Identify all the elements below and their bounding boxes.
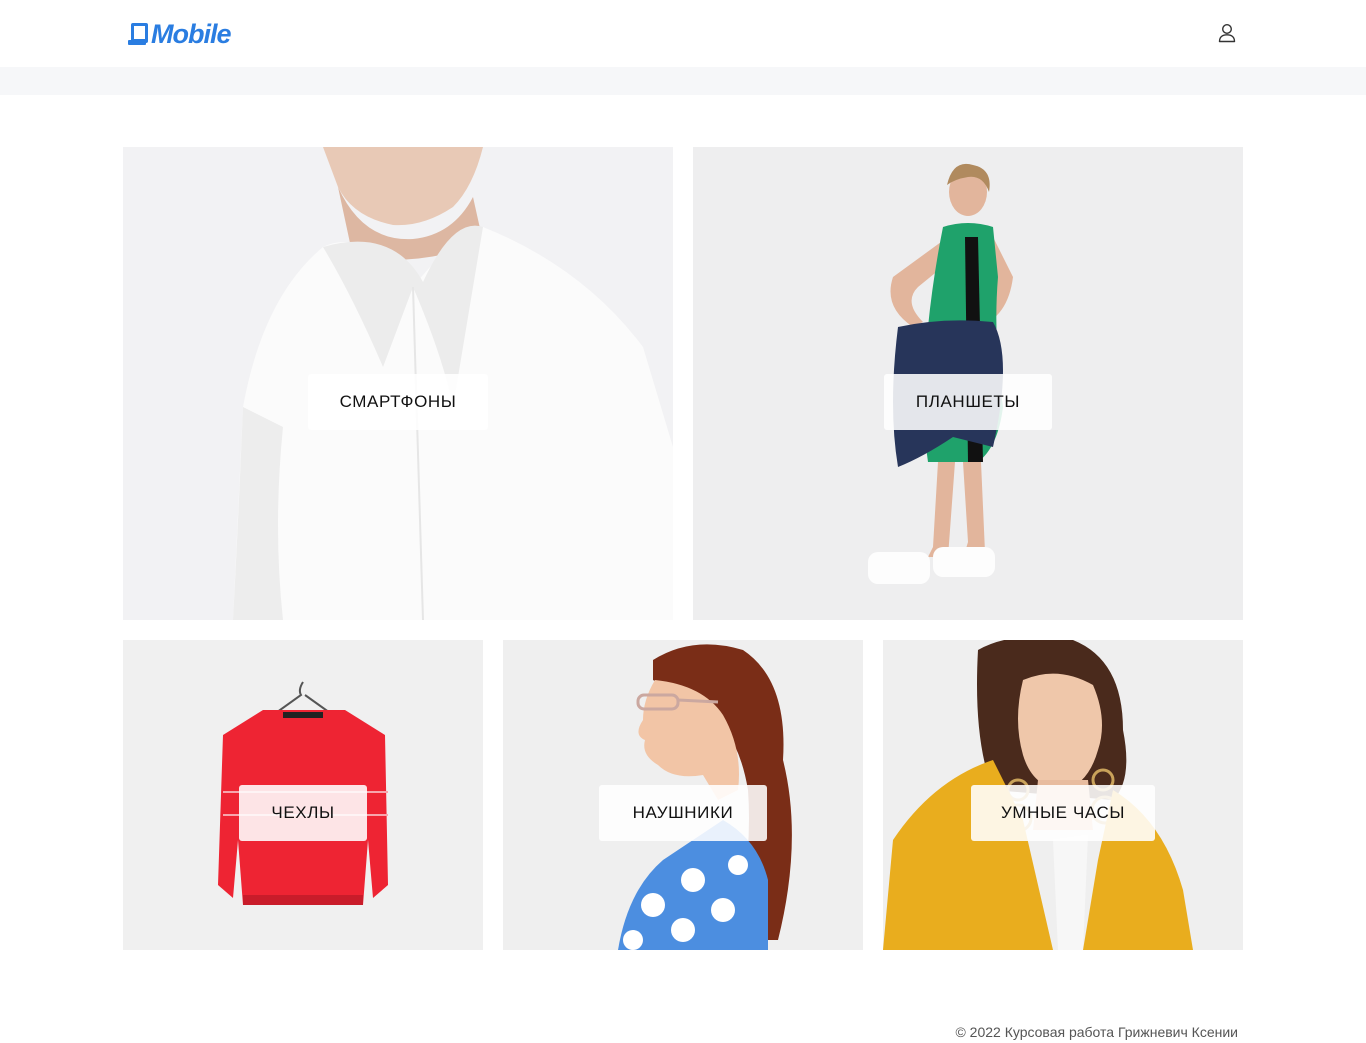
- header: Mobile: [0, 0, 1366, 67]
- brand-name: Mobile: [151, 18, 231, 49]
- category-label[interactable]: НАУШНИКИ: [599, 785, 767, 841]
- user-icon: [1218, 23, 1236, 43]
- category-tile-headphones[interactable]: НАУШНИКИ: [503, 640, 863, 950]
- category-tile-tablets[interactable]: ПЛАНШЕТЫ: [693, 147, 1243, 620]
- category-label[interactable]: ЧЕХЛЫ: [239, 785, 367, 841]
- category-tile-smartphones[interactable]: СМАРТФОНЫ: [123, 147, 673, 620]
- category-label[interactable]: УМНЫЕ ЧАСЫ: [971, 785, 1155, 841]
- header-band: [0, 67, 1366, 95]
- category-tile-cases[interactable]: ЧЕХЛЫ: [123, 640, 483, 950]
- category-label[interactable]: СМАРТФОНЫ: [308, 374, 488, 430]
- logo-link[interactable]: Mobile: [128, 18, 231, 49]
- category-tile-smart-watches[interactable]: УМНЫЕ ЧАСЫ: [883, 640, 1243, 950]
- logo-icon: [128, 23, 148, 45]
- user-account-button[interactable]: [1216, 22, 1238, 44]
- footer-copyright: © 2022 Курсовая работа Грижневич Ксении: [955, 1024, 1238, 1040]
- category-label[interactable]: ПЛАНШЕТЫ: [884, 374, 1052, 430]
